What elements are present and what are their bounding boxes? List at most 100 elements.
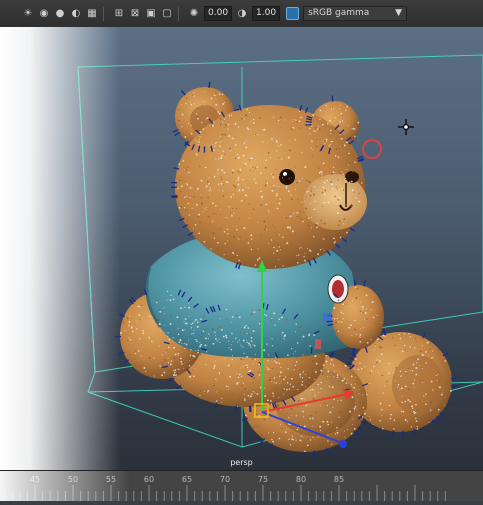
fur-speckle	[244, 142, 245, 143]
layout-icon[interactable]: ▣	[145, 8, 157, 20]
fur-guide-spike	[269, 443, 272, 448]
fur-speckle	[190, 125, 191, 126]
fur-speckle	[375, 390, 376, 391]
fur-guide-spike	[353, 348, 354, 354]
time-slider[interactable]: 455055606570758085	[0, 470, 483, 501]
fur-speckle	[276, 388, 278, 390]
fur-speckle	[317, 253, 319, 255]
fur-speckle	[319, 172, 321, 174]
fur-speckle	[318, 211, 319, 212]
fur-speckle	[228, 124, 229, 125]
fur-speckle	[349, 163, 351, 165]
camera-icon[interactable]: ◉	[38, 8, 50, 20]
fur-speckle	[255, 183, 256, 184]
fur-speckle	[213, 343, 215, 345]
fur-speckle	[256, 410, 257, 411]
wireframe-icon[interactable]: ⊠	[129, 8, 141, 20]
fur-speckle	[212, 125, 214, 127]
fur-speckle	[225, 181, 226, 182]
fur-speckle	[178, 341, 180, 343]
fur-guide-spike	[354, 280, 355, 286]
fur-speckle	[224, 243, 225, 244]
fur-speckle	[436, 375, 437, 376]
fur-speckle	[223, 184, 224, 185]
exposure-icon[interactable]: ✺	[188, 8, 200, 20]
fur-speckle	[197, 216, 199, 218]
fur-speckle	[215, 335, 216, 336]
fur-speckle	[177, 368, 178, 369]
fur-speckle	[238, 178, 239, 179]
fur-speckle	[404, 401, 405, 402]
fur-speckle	[244, 388, 246, 390]
fur-speckle	[185, 210, 186, 211]
fur-guide-spike	[354, 431, 359, 435]
fur-speckle	[339, 108, 340, 109]
colorspace-icon[interactable]	[286, 7, 299, 20]
fur-speckle	[350, 206, 352, 208]
color-space-dropdown[interactable]: sRGB gamma ▼	[303, 6, 407, 21]
fur-speckle	[192, 95, 193, 96]
fur-speckle	[316, 146, 318, 148]
fur-speckle	[307, 404, 308, 405]
fur-speckle	[360, 310, 362, 312]
fur-speckle	[278, 120, 279, 121]
fur-guide-spike	[132, 298, 136, 303]
fur-speckle	[185, 114, 186, 115]
fur-speckle	[221, 402, 222, 403]
fur-speckle	[242, 347, 243, 348]
fur-speckle	[320, 430, 321, 431]
fur-speckle	[353, 128, 355, 130]
fur-speckle	[359, 389, 360, 390]
gamma-icon[interactable]: ◑	[236, 8, 248, 20]
fur-speckle	[187, 363, 188, 364]
fur-speckle	[343, 173, 344, 174]
fur-speckle	[228, 364, 230, 366]
sun-light-icon[interactable]: ☀	[22, 8, 34, 20]
perspective-viewport[interactable]: persp	[0, 27, 483, 470]
exposure-field[interactable]: 0.00	[204, 6, 232, 21]
fur-speckle	[149, 357, 151, 359]
fur-speckle	[302, 381, 304, 383]
fur-speckle	[244, 394, 245, 395]
fur-speckle	[291, 415, 292, 416]
fur-speckle	[201, 180, 203, 182]
fur-speckle	[195, 350, 196, 351]
fur-speckle	[276, 142, 278, 144]
fur-speckle	[258, 414, 259, 415]
fur-speckle	[177, 328, 178, 329]
fur-speckle	[310, 190, 311, 191]
fur-speckle	[399, 389, 400, 390]
fur-speckle	[198, 233, 200, 235]
fur-speckle	[395, 381, 396, 382]
fur-speckle	[235, 338, 237, 340]
fur-speckle	[159, 311, 161, 313]
fur-speckle	[366, 394, 367, 395]
fur-speckle	[196, 113, 198, 115]
fur-speckle	[204, 391, 205, 392]
fur-speckle	[250, 129, 251, 130]
xray-icon[interactable]: ⊞	[113, 8, 125, 20]
snapshot-icon[interactable]: ▢	[161, 8, 173, 20]
fur-speckle	[417, 426, 418, 427]
fur-speckle	[312, 389, 314, 391]
fur-speckle	[317, 128, 318, 129]
fur-speckle	[268, 368, 270, 370]
sphere-icon[interactable]: ●	[54, 8, 66, 20]
fur-speckle	[215, 104, 217, 106]
fur-speckle	[323, 202, 324, 203]
selection-icon[interactable]: ▦	[86, 8, 98, 20]
fur-speckle	[430, 401, 432, 403]
fur-speckle	[323, 140, 324, 141]
gamma-field[interactable]: 1.00	[252, 6, 280, 21]
sphere-shaded-icon[interactable]: ◐	[70, 8, 82, 20]
fur-speckle	[174, 372, 176, 374]
fur-speckle	[221, 398, 222, 399]
fur-speckle	[222, 122, 223, 123]
fur-speckle	[394, 419, 396, 421]
fur-speckle	[282, 428, 283, 429]
fur-guide-spike	[176, 385, 181, 389]
fur-speckle	[422, 401, 423, 402]
fur-speckle	[248, 327, 250, 329]
fur-speckle	[359, 409, 361, 411]
fur-speckle	[403, 411, 404, 412]
